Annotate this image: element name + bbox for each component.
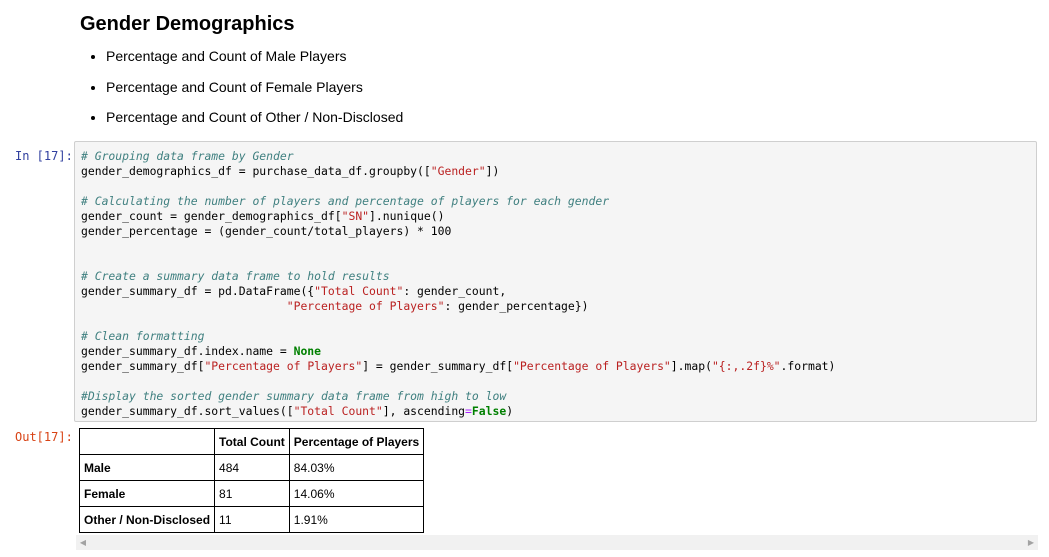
cell-total-count: 81 [214,480,290,507]
cell-percentage: 84.03% [288,454,425,481]
column-header-total-count: Total Count [214,428,290,455]
dataframe-output-table: Total Count Percentage of Players Male 4… [78,428,425,533]
table-header-row: Total Count Percentage of Players [78,428,425,455]
row-index: Female [78,480,216,507]
horizontal-scrollbar[interactable]: ◀ ▶ [76,535,1038,550]
output-prompt: Out[17]: [15,430,73,444]
cell-total-count: 11 [214,506,290,533]
bullet-item: Percentage and Count of Other / Non-Disc… [106,108,1020,127]
scroll-left-arrow-icon[interactable]: ◀ [76,535,90,550]
row-index: Other / Non-Disclosed [78,506,216,533]
bullet-item: Percentage and Count of Female Players [106,78,1020,97]
cell-percentage: 14.06% [288,480,425,507]
cell-total-count: 484 [214,454,290,481]
cell-percentage: 1.91% [288,506,425,533]
scroll-right-arrow-icon[interactable]: ▶ [1024,535,1038,550]
code-input-area[interactable]: # Grouping data frame by Gender gender_d… [74,141,1037,422]
column-header-percentage: Percentage of Players [288,428,425,455]
bullet-list: Percentage and Count of Male Players Per… [80,47,1020,127]
table-row: Other / Non-Disclosed 11 1.91% [78,506,425,533]
table-row: Male 484 84.03% [78,454,425,481]
index-header [78,428,216,455]
markdown-cell: Gender Demographics Percentage and Count… [80,10,1020,139]
table-row: Female 81 14.06% [78,480,425,507]
code-editor[interactable]: # Grouping data frame by Gender gender_d… [81,149,835,419]
row-index: Male [78,454,216,481]
input-prompt: In [17]: [15,149,73,163]
bullet-item: Percentage and Count of Male Players [106,47,1020,66]
section-heading: Gender Demographics [80,13,295,35]
